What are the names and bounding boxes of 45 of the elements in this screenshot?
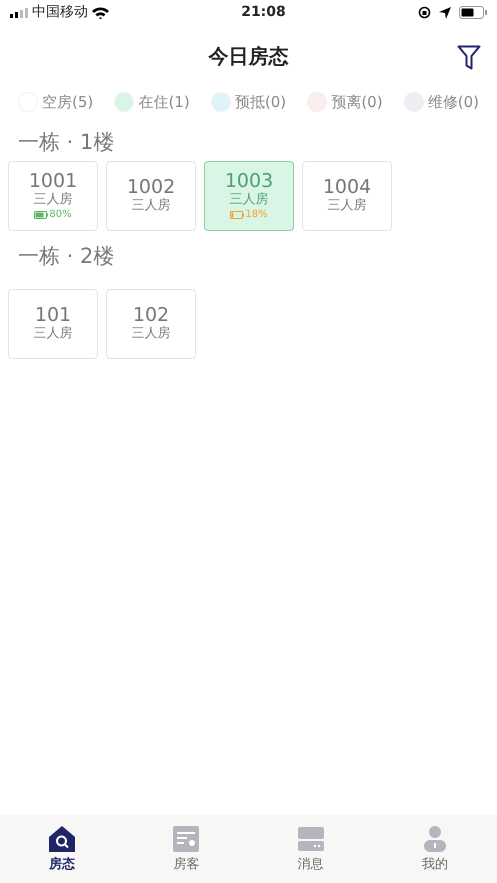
legend-label: 预抵(0) xyxy=(234,92,286,113)
room-type: 三人房 xyxy=(34,192,72,210)
room-card[interactable]: 1003 三人房 18% xyxy=(204,161,294,231)
room-number: 102 xyxy=(132,304,170,326)
message-icon xyxy=(296,825,325,853)
wifi-icon xyxy=(92,6,109,18)
filter-icon[interactable] xyxy=(457,45,481,70)
battery-icon xyxy=(230,211,244,220)
floor-title: 一栋 · 2楼 xyxy=(18,244,114,268)
room-card[interactable]: 1004 三人房 xyxy=(302,161,392,231)
room-card[interactable]: 1002 三人房 xyxy=(106,161,196,231)
page-title: 今日房态 xyxy=(208,43,288,70)
room-number: 101 xyxy=(34,304,72,326)
guest-list-icon xyxy=(172,825,200,853)
floor-title: 一栋 · 1楼 xyxy=(18,130,114,154)
room-number: 1002 xyxy=(126,176,176,198)
tab-button[interactable]: 我的 xyxy=(372,815,497,883)
status-time: 21:08 xyxy=(241,4,286,20)
room-card[interactable]: 102 三人房 xyxy=(106,289,196,359)
room-card[interactable]: 101 三人房 xyxy=(8,289,98,359)
battery-icon xyxy=(459,6,487,19)
room-type: 三人房 xyxy=(328,198,366,216)
tab-button[interactable]: 房态 xyxy=(0,815,124,883)
tab-button[interactable]: 消息 xyxy=(248,815,373,883)
room-type: 三人房 xyxy=(34,326,72,344)
battery-reading: 80% xyxy=(49,209,72,222)
signal-icon xyxy=(10,8,28,18)
room-type: 三人房 xyxy=(230,192,268,210)
legend-label: 空房(5) xyxy=(42,92,94,113)
location-icon xyxy=(439,6,451,18)
room-number: 1003 xyxy=(224,170,274,192)
legend-label: 维修(0) xyxy=(428,92,479,113)
carrier-name: 中国移动 xyxy=(32,3,88,22)
room-type: 三人房 xyxy=(132,198,170,216)
room-number: 1004 xyxy=(322,176,372,198)
battery-reading: 18% xyxy=(245,209,268,222)
tab-button[interactable]: 房客 xyxy=(124,815,248,883)
rotation-lock-icon xyxy=(418,6,431,19)
legend-label: 预离(0) xyxy=(331,92,383,113)
legend-label: 在住(1) xyxy=(138,92,190,113)
room-type: 三人房 xyxy=(132,326,170,344)
battery-icon xyxy=(34,211,48,220)
room-card[interactable]: 1001 三人房 80% xyxy=(8,161,98,231)
house-search-icon xyxy=(48,825,76,853)
room-number: 1001 xyxy=(28,170,78,192)
